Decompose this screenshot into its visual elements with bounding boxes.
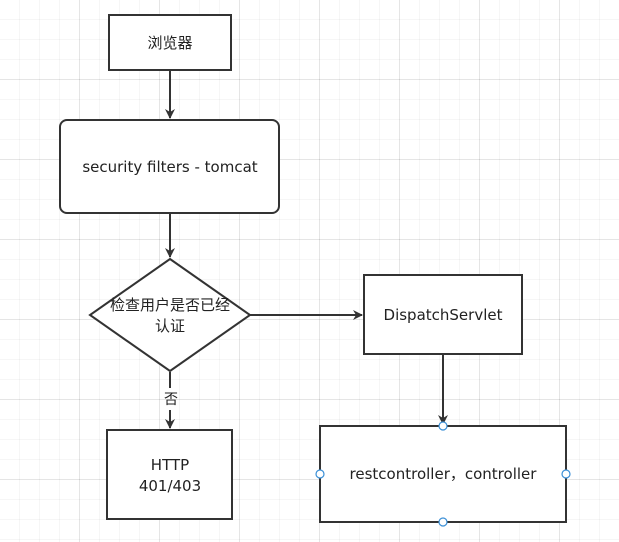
edge-label-no: 否 bbox=[164, 392, 178, 408]
node-dispatch-servlet-label: DispatchServlet bbox=[384, 306, 503, 324]
node-rest-controller-label: restcontroller，controller bbox=[350, 465, 538, 483]
node-auth-check-label-line1: 检查用户是否已经 bbox=[110, 296, 230, 314]
diagram-canvas: 否 浏览器 security filters - tomcat 检查用户是否已经… bbox=[0, 0, 619, 542]
selection-handle-right[interactable] bbox=[561, 469, 571, 479]
flowchart: 否 浏览器 security filters - tomcat 检查用户是否已经… bbox=[59, 14, 571, 527]
selection-handle-left[interactable] bbox=[315, 469, 325, 479]
node-browser-label: 浏览器 bbox=[147, 34, 192, 52]
node-security-filters-label: security filters - tomcat bbox=[82, 158, 257, 176]
node-http-error-label-line2: 401/403 bbox=[139, 477, 201, 495]
node-auth-check-label-line2: 认证 bbox=[155, 317, 185, 335]
node-http-error-label-line1: HTTP bbox=[151, 456, 189, 474]
node-http-error[interactable] bbox=[106, 429, 233, 520]
node-auth-check[interactable] bbox=[88, 257, 252, 373]
selection-handle-bottom[interactable] bbox=[438, 517, 448, 527]
selection-handle-top[interactable] bbox=[438, 421, 448, 431]
